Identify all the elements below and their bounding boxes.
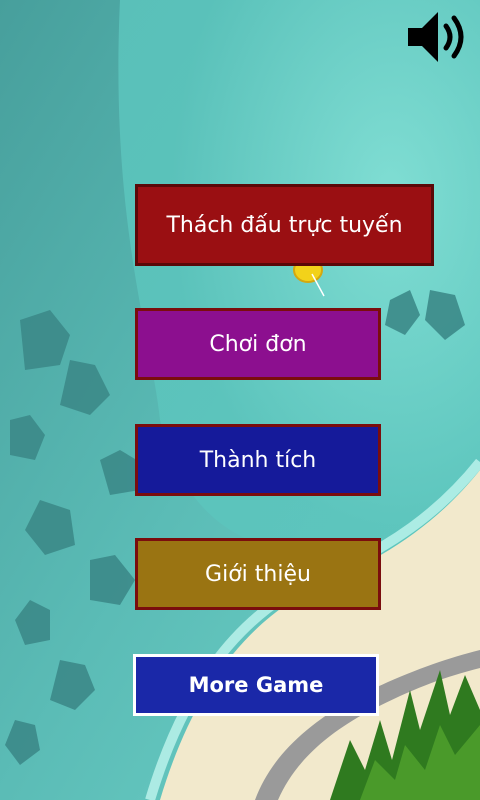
- more-games-button[interactable]: More Game: [133, 654, 379, 716]
- about-button[interactable]: Giới thiệu: [135, 538, 381, 610]
- single-player-button[interactable]: Chơi đơn: [135, 308, 381, 380]
- sound-toggle-button[interactable]: [404, 6, 474, 68]
- achievements-button[interactable]: Thành tích: [135, 424, 381, 496]
- online-challenge-button[interactable]: Thách đấu trực tuyến: [135, 184, 434, 266]
- speaker-volume-icon: [408, 12, 464, 62]
